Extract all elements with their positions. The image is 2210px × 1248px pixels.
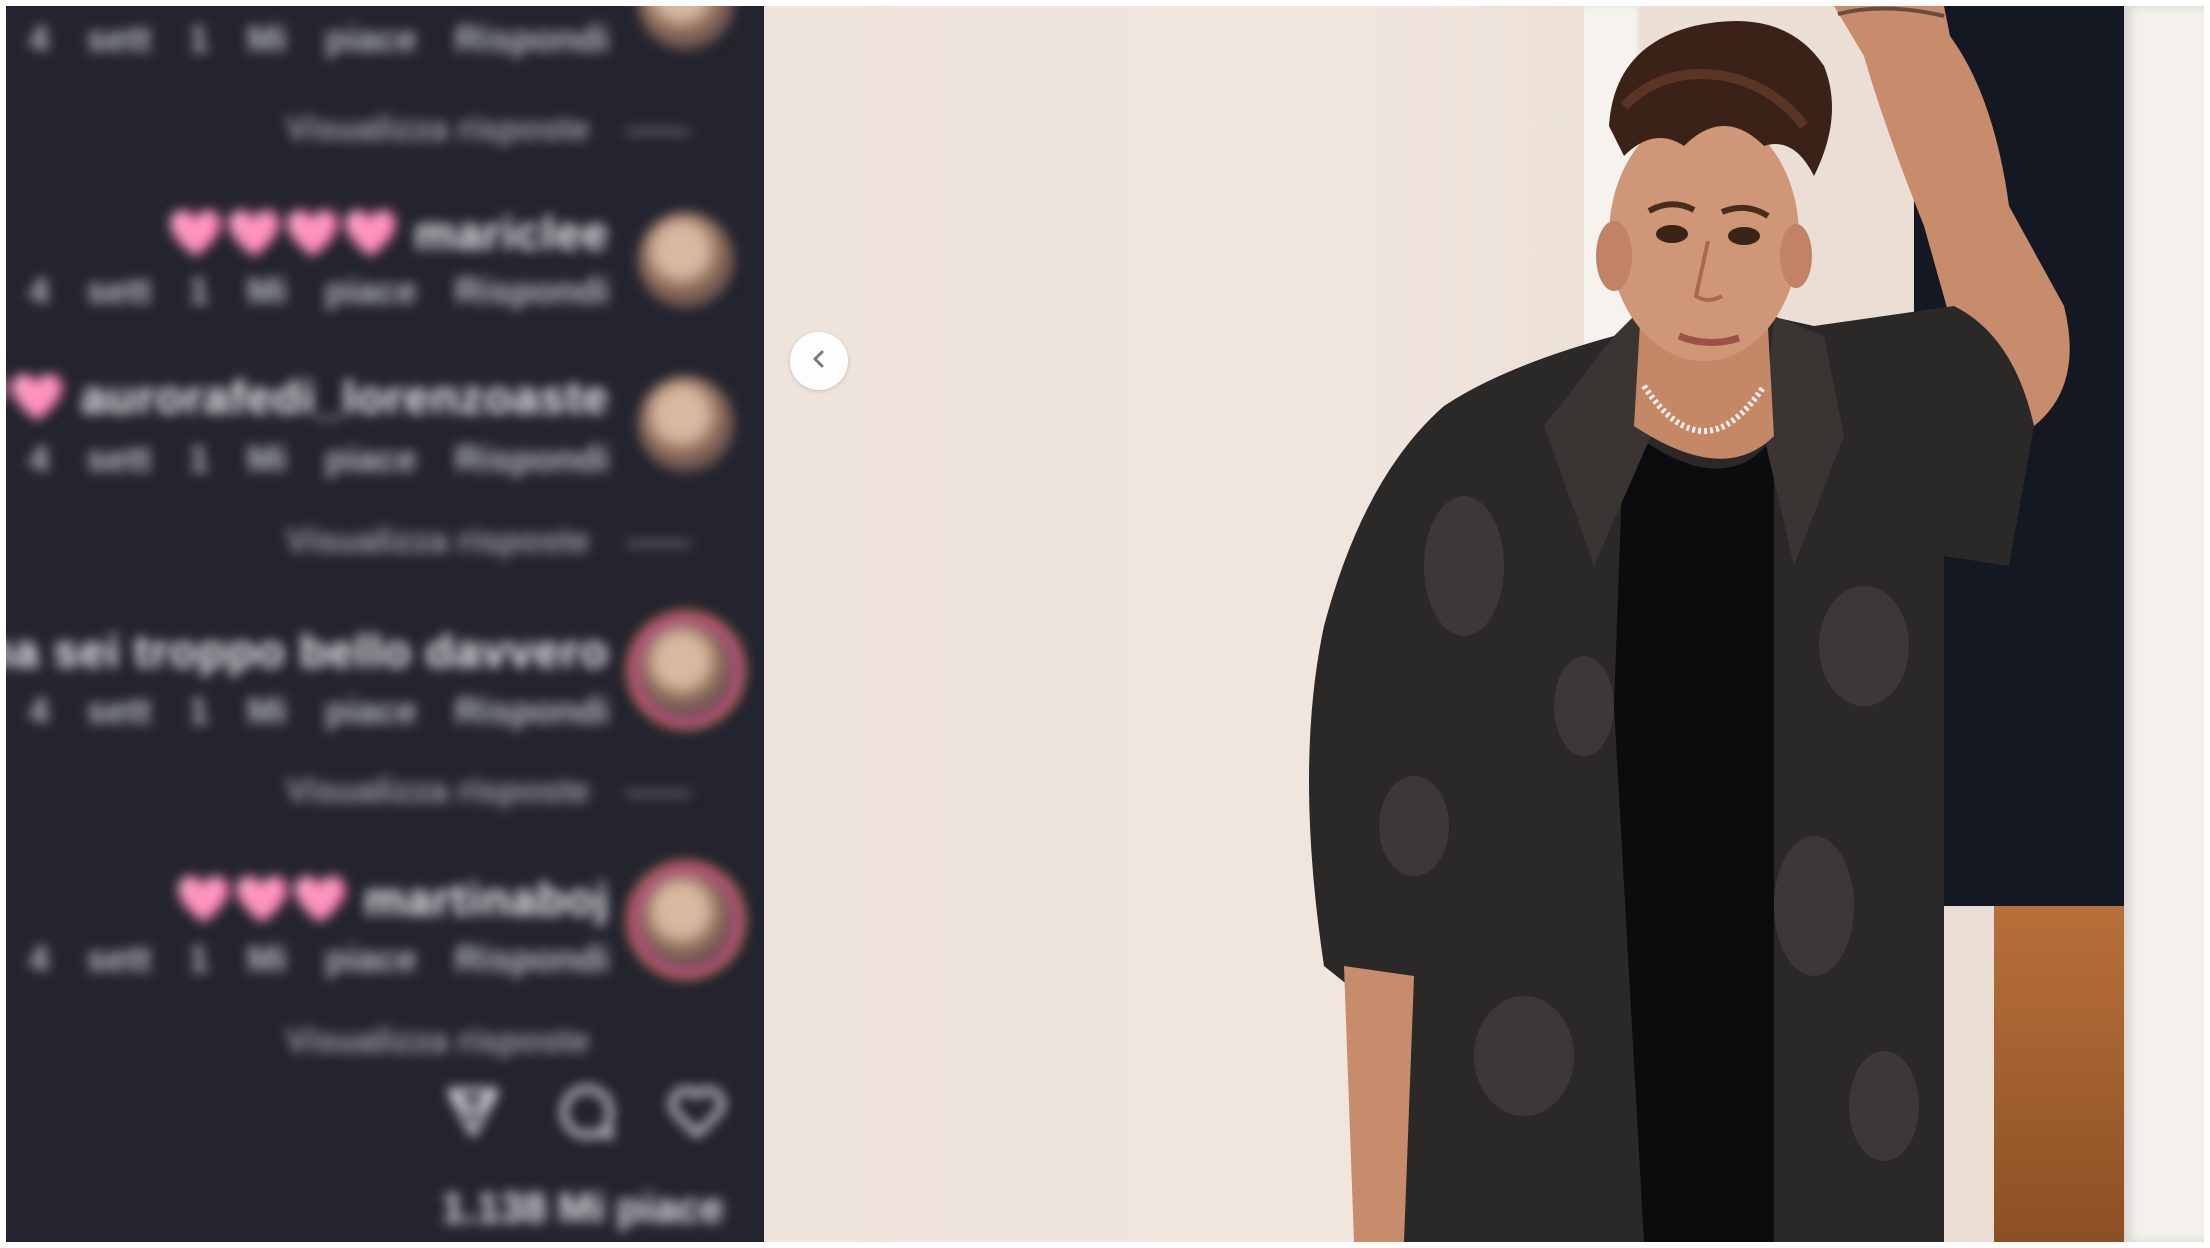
comment-text: 🩷🩷🩷 martinaboj bbox=[175, 873, 609, 925]
likes-count: 1.138 Mi piace bbox=[441, 1184, 725, 1231]
view-replies-button[interactable]: Visualizza risposte bbox=[286, 110, 690, 149]
comments-panel: 4 sett 1 Mi piace Rispondi Visualizza ri… bbox=[6, 6, 764, 1242]
comment-text: 🩷🩷🩷🩷 mariclee bbox=[167, 207, 609, 259]
view-replies-label: Visualizza risposte bbox=[286, 1022, 590, 1060]
view-replies-label: Visualizza risposte bbox=[286, 110, 590, 148]
send-icon[interactable] bbox=[436, 1074, 510, 1148]
comment-meta: 4 sett 1 Mi piace Rispondi bbox=[28, 270, 609, 311]
chevron-left-icon bbox=[807, 347, 831, 376]
view-replies-button[interactable]: Visualizza risposte bbox=[286, 1022, 590, 1061]
divider-line bbox=[625, 128, 690, 134]
heart-icon[interactable] bbox=[660, 1074, 734, 1148]
view-replies-label: Visualizza risposte bbox=[286, 522, 590, 560]
person-illustration bbox=[1309, 6, 2070, 1242]
carousel-previous-button[interactable] bbox=[790, 332, 848, 390]
avatar[interactable] bbox=[638, 212, 734, 308]
post-photo[interactable] bbox=[764, 6, 2204, 1242]
comment-meta: 4 sett 1 Mi piace Rispondi bbox=[28, 690, 609, 731]
comment-text: amore ma sei troppo bello davvero bbox=[6, 625, 609, 677]
comment-meta: 4 sett 1 Mi piace Rispondi bbox=[28, 18, 609, 59]
avatar[interactable] bbox=[638, 376, 734, 472]
view-replies-label: Visualizza risposte bbox=[286, 772, 590, 810]
comment-text: 🩷🩷 aurorafedi_lorenzoaste bbox=[6, 371, 609, 423]
avatar[interactable] bbox=[638, 6, 734, 50]
view-replies-button[interactable]: Visualizza risposte bbox=[286, 772, 690, 811]
comment-meta: 4 sett 1 Mi piace Rispondi bbox=[28, 438, 609, 479]
divider-line bbox=[625, 540, 690, 546]
divider-line bbox=[625, 790, 690, 796]
screenshot-frame: 4 sett 1 Mi piace Rispondi Visualizza ri… bbox=[6, 6, 2204, 1242]
avatar[interactable] bbox=[638, 872, 734, 968]
comment-icon[interactable] bbox=[548, 1074, 622, 1148]
view-replies-button[interactable]: Visualizza risposte bbox=[286, 522, 690, 561]
comment-meta: 4 sett 1 Mi piace Rispondi bbox=[28, 938, 609, 979]
post-actions bbox=[436, 1074, 734, 1154]
avatar[interactable] bbox=[638, 622, 734, 718]
